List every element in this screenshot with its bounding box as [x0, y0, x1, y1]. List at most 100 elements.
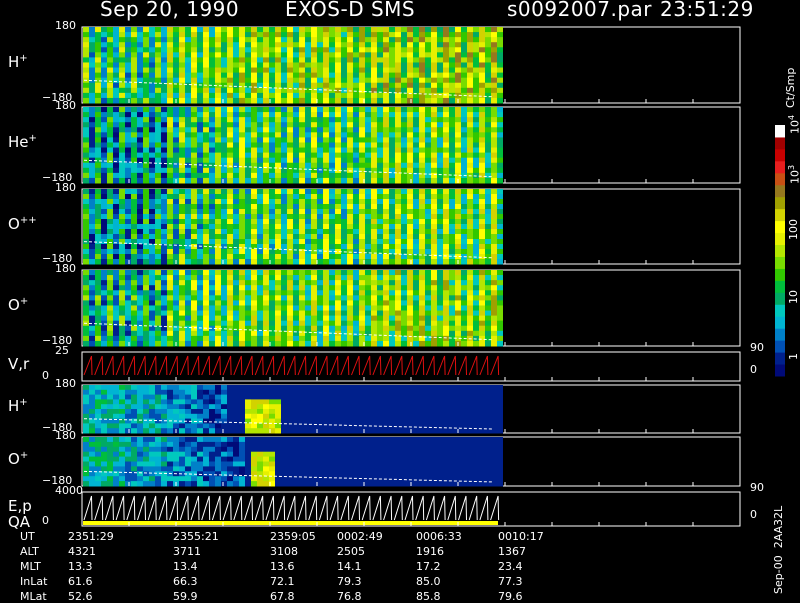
heatmap-cell	[233, 173, 239, 179]
heatmap-cell	[125, 27, 131, 33]
heatmap-cell	[149, 62, 155, 68]
heatmap-cell	[275, 137, 281, 143]
heatmap-cell	[89, 194, 95, 200]
heatmap-cell	[455, 316, 461, 322]
heatmap-cell	[203, 219, 209, 225]
heatmap-cell	[245, 280, 251, 286]
heatmap-cell	[113, 112, 119, 118]
heatmap-cell	[179, 280, 185, 286]
heatmap-cell	[497, 270, 503, 276]
heatmap-cell	[281, 428, 287, 433]
heatmap-cell	[191, 234, 197, 240]
heatmap-cell	[215, 199, 221, 205]
heatmap-cell	[113, 390, 119, 395]
heatmap-cell	[335, 275, 341, 281]
heatmap-cell	[227, 341, 233, 347]
heatmap-cell	[419, 62, 425, 68]
heatmap-cell	[155, 295, 161, 301]
heatmap-cell	[221, 219, 227, 225]
heatmap-cell	[305, 178, 311, 184]
heatmap-cell	[329, 321, 335, 327]
heatmap-cell	[191, 107, 197, 113]
heatmap-cell	[359, 321, 365, 327]
heatmap-cell	[419, 122, 425, 128]
heatmap-cell	[479, 326, 485, 332]
heatmap-cell	[257, 321, 263, 327]
heatmap-cell	[101, 68, 107, 74]
heatmap-cell	[473, 98, 479, 104]
heatmap-cell	[323, 137, 329, 143]
heatmap-cell	[359, 194, 365, 200]
heatmap-cell	[113, 259, 119, 265]
heatmap-cell	[143, 178, 149, 184]
heatmap-cell	[347, 254, 353, 260]
heatmap-cell	[215, 127, 221, 133]
heatmap-cell	[233, 47, 239, 53]
heatmap-cell	[227, 153, 233, 159]
heatmap-cell	[425, 107, 431, 113]
heatmap-cell	[263, 148, 269, 154]
heatmap-cell	[191, 219, 197, 225]
heatmap-cell	[179, 249, 185, 255]
heatmap-cell	[311, 234, 317, 240]
heatmap-cell	[449, 83, 455, 89]
heatmap-cell	[119, 127, 125, 133]
heatmap-cell	[347, 173, 353, 179]
heatmap-cell	[461, 275, 467, 281]
heatmap-cell	[107, 214, 113, 220]
heatmap-cell	[215, 158, 221, 164]
heatmap-cell	[389, 214, 395, 220]
heatmap-cell	[245, 73, 251, 79]
heatmap-cell	[389, 259, 395, 265]
heatmap-cell	[389, 300, 395, 306]
heatmap-cell	[425, 153, 431, 159]
heatmap-cell	[449, 142, 455, 148]
heatmap-cell	[197, 290, 203, 296]
heatmap-cell	[419, 285, 425, 291]
heatmap-cell	[329, 73, 335, 79]
heatmap-cell	[209, 142, 215, 148]
heatmap-cell	[173, 204, 179, 210]
heatmap-cell	[413, 395, 419, 400]
heatmap-cell	[497, 132, 503, 138]
heatmap-cell	[431, 137, 437, 143]
heatmap-cell	[323, 224, 329, 230]
heatmap-cell	[467, 148, 473, 154]
heatmap-cell	[107, 158, 113, 164]
heatmap-cell	[125, 254, 131, 260]
heatmap-cell	[269, 199, 275, 205]
heatmap-cell	[419, 132, 425, 138]
heatmap-cell	[293, 199, 299, 205]
heatmap-cell	[245, 52, 251, 58]
heatmap-cell	[239, 52, 245, 58]
heatmap-cell	[467, 399, 473, 404]
heatmap-cell	[299, 409, 305, 414]
heatmap-cell	[359, 224, 365, 230]
heatmap-cell	[305, 68, 311, 74]
heatmap-cell	[383, 395, 389, 400]
heatmap-cell	[221, 280, 227, 286]
heatmap-cell	[125, 163, 131, 169]
heatmap-cell	[137, 300, 143, 306]
heatmap-cell	[407, 78, 413, 84]
heatmap-cell	[281, 414, 287, 419]
heatmap-cell	[455, 280, 461, 286]
heatmap-cell	[341, 244, 347, 250]
heatmap-cell	[191, 305, 197, 311]
heatmap-cell	[383, 224, 389, 230]
heatmap-cell	[497, 37, 503, 43]
heatmap-cell	[479, 163, 485, 169]
heatmap-cell	[311, 62, 317, 68]
heatmap-cell	[281, 280, 287, 286]
heatmap-cell	[449, 117, 455, 123]
heatmap-cell	[263, 390, 269, 395]
heatmap-cell	[305, 132, 311, 138]
heatmap-cell	[371, 199, 377, 205]
heatmap-cell	[95, 199, 101, 205]
heatmap-cell	[323, 88, 329, 94]
heatmap-cell	[161, 88, 167, 94]
heatmap-cell	[149, 224, 155, 230]
heatmap-cell	[227, 239, 233, 245]
heatmap-cell	[263, 385, 269, 390]
heatmap-cell	[299, 285, 305, 291]
